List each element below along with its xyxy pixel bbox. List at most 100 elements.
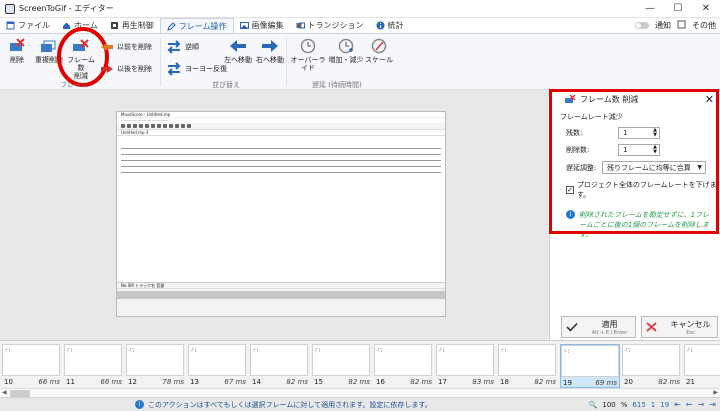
pencil-icon	[166, 21, 176, 31]
reverse-button[interactable]: 逆順	[166, 40, 199, 54]
frame-image: ♪ ¦	[312, 344, 370, 376]
title-bar: ScreenToGif - エディター — ☐ ✕	[0, 0, 720, 18]
notification-toggle[interactable]	[635, 22, 649, 29]
tab-frames[interactable]: フレーム操作	[159, 18, 234, 33]
frame-thumbnail[interactable]: ♪ ¦ 14 82 ms	[250, 344, 310, 388]
frame-image: ♪ ¦	[188, 344, 246, 376]
delete-previous-button[interactable]: 以前を削除	[100, 42, 152, 52]
move-left-button[interactable]: 左へ移動	[222, 38, 254, 64]
status-bar: i このアクションはすべてもしくは選択フレームに対して適用されます。設定に依存し…	[0, 397, 720, 411]
selected-frame-number: 19	[660, 400, 670, 409]
frame-thumbnail[interactable]: ♪ ¦ 2182 ms	[684, 344, 720, 388]
move-right-button[interactable]: 右へ移動	[254, 38, 286, 64]
frame-strip-scrollbar[interactable]: ◀ ▶	[0, 388, 720, 397]
tab-file[interactable]: ファイル	[0, 18, 56, 33]
frame-meta: 12 78 ms	[126, 378, 186, 386]
increase-decrease-button[interactable]: 増加・減少	[328, 38, 364, 64]
frame-delay: 66 ms	[38, 378, 60, 386]
frame-index: 20	[624, 378, 633, 386]
transition-icon	[296, 21, 305, 30]
delete-button[interactable]: 削除	[6, 38, 28, 64]
close-window-button[interactable]: ✕	[692, 0, 720, 18]
minimize-button[interactable]: —	[636, 0, 664, 18]
maximize-button[interactable]: ☐	[664, 0, 692, 18]
frame-thumbnail[interactable]: ♪ ¦ 13 67 ms	[188, 344, 248, 388]
yoyo-label: ヨーヨー反復	[185, 65, 227, 73]
red-highlight-box	[549, 89, 719, 234]
frame-meta: 16 82 ms	[374, 378, 434, 386]
frame-thumbnail[interactable]: ♪ ¦ 20 82 ms	[622, 344, 682, 388]
frame-meta: 14 82 ms	[250, 378, 310, 386]
frame-meta: 2182 ms	[684, 378, 720, 386]
move-left-label: 左へ移動	[224, 56, 252, 64]
clock-percent-icon	[371, 38, 387, 54]
tab-transitions[interactable]: トランジション	[290, 18, 370, 33]
preview-tab: Untitled.mp 3	[117, 130, 445, 136]
ribbon-toolbar: 削除 重複削除 フレーム数 削減 以前を削除 以後を削除 フレーム 逆順 ヨーヨ…	[0, 27, 720, 90]
frame-delay: 67 ms	[224, 378, 246, 386]
yoyo-button[interactable]: ヨーヨー反復	[166, 62, 227, 76]
app-icon	[5, 3, 15, 14]
arrow-left-delete-icon	[101, 43, 113, 51]
next-frame-button[interactable]: →	[698, 400, 705, 409]
group-reorder-label: 並び替え	[212, 81, 240, 89]
scrollbar-thumb[interactable]	[10, 390, 30, 397]
frame-thumbnail[interactable]: ♪ ¦ 10 66 ms	[2, 344, 62, 388]
frame-delay: 82 ms	[286, 378, 308, 386]
tab-playback-label: 再生制御	[121, 21, 154, 30]
apply-shortcut: Alt + E / Enter	[591, 329, 628, 336]
frame-thumbnail[interactable]: ♪ ¦ 19 69 ms	[560, 344, 620, 388]
first-frame-button[interactable]: ⇤	[674, 400, 681, 409]
frame-delay: 82 ms	[658, 378, 680, 386]
scroll-right-icon[interactable]: ▶	[713, 389, 718, 396]
frame-index: 10	[4, 378, 13, 386]
frame-index: 18	[500, 378, 509, 386]
arrow-left-icon	[230, 40, 246, 52]
frame-thumbnail[interactable]: ♪ ¦ 16 82 ms	[374, 344, 434, 388]
apply-button[interactable]: 適用 Alt + E / Enter	[561, 316, 636, 338]
info-icon: i	[135, 400, 144, 409]
tab-statistics[interactable]: 統計	[370, 18, 410, 33]
clock-plus-icon	[338, 38, 354, 54]
frame-delay: 78 ms	[162, 378, 184, 386]
frame-thumbnail[interactable]: ♪ ¦ 12 78 ms	[126, 344, 186, 388]
check-icon	[566, 322, 578, 332]
frame-thumbnail[interactable]: ♪ ¦ 17 83 ms	[436, 344, 496, 388]
tab-transitions-label: トランジション	[307, 21, 364, 30]
cancel-icon	[646, 322, 657, 332]
group-frames-label: フレーム	[60, 81, 88, 89]
override-label: オーバーライド	[290, 56, 326, 72]
scale-label: スケール	[365, 56, 393, 64]
current-frame: 1	[650, 400, 656, 409]
frame-index: 11	[66, 378, 75, 386]
tabbar-right: 通知 その他	[635, 18, 720, 33]
frame-meta: 13 67 ms	[188, 378, 248, 386]
frame-thumbnail[interactable]: ♪ ¦ 15 82 ms	[312, 344, 372, 388]
preview-toolbar	[117, 123, 445, 130]
frame-meta: 20 82 ms	[622, 378, 682, 386]
window-title: ScreenToGif - エディター	[19, 4, 114, 13]
override-delay-button[interactable]: オーバーライド	[290, 38, 326, 72]
scale-button[interactable]: スケール	[364, 38, 394, 64]
other-menu-icon[interactable]	[677, 20, 686, 31]
frame-delay: 82 ms	[534, 378, 556, 386]
frame-thumbnail[interactable]: ♪ ¦ 18 82 ms	[498, 344, 558, 388]
preview-header-track: トラック名	[135, 283, 156, 288]
zoom-unit: %	[620, 400, 628, 409]
last-frame-button[interactable]: ⇥	[709, 400, 716, 409]
previous-frame-button[interactable]: ←	[686, 400, 693, 409]
frame-count: 615	[632, 400, 646, 409]
frame-thumbnail[interactable]: ♪ ¦ 11 66 ms	[64, 344, 124, 388]
zoom-value[interactable]: 100	[602, 401, 615, 409]
preview-frame-image: MuseScore - Untitled.mp ················…	[116, 111, 446, 317]
notifications-label: 通知	[655, 21, 671, 30]
reverse-icon	[167, 40, 181, 54]
preview-track-row	[117, 291, 445, 299]
other-menu-label[interactable]: その他	[692, 20, 716, 31]
tab-image[interactable]: 画像編集	[234, 18, 290, 33]
delete-next-button[interactable]: 以後を削除	[100, 64, 152, 74]
scroll-left-icon[interactable]: ◀	[2, 389, 7, 396]
window-controls: — ☐ ✕	[636, 0, 720, 18]
cancel-button[interactable]: キャンセル Esc	[641, 316, 718, 338]
preview-panel-header: No SM トラック名 音量	[117, 283, 445, 289]
